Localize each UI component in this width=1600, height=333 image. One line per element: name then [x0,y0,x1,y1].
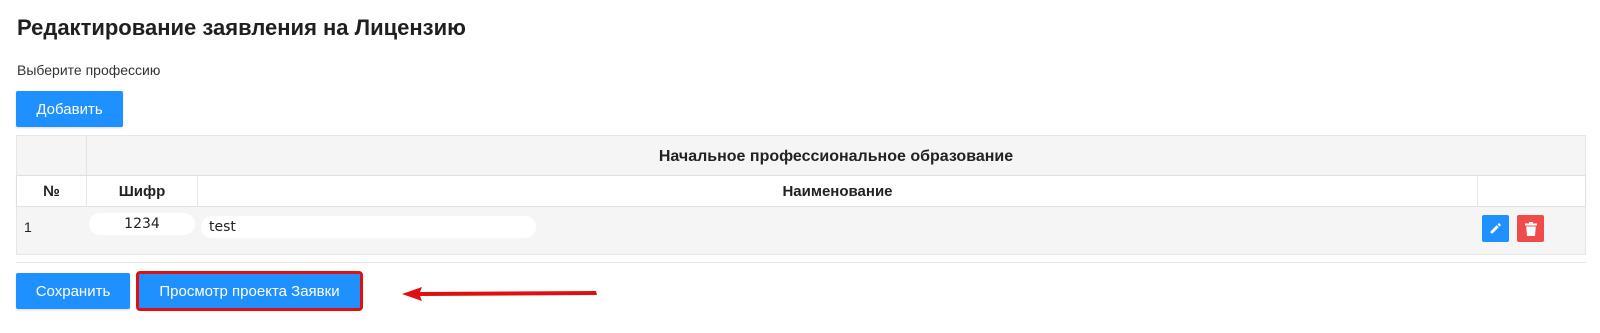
page-title: Редактирование заявления на Лицензию [17,15,466,40]
column-header-num: № [17,176,87,206]
profession-table: Начальное профессиональное образование №… [16,135,1586,255]
subtitle: Выберите профессию [17,62,161,78]
table-row: 1 [17,207,1585,254]
page: Редактирование заявления на Лицензию Выб… [0,0,1600,333]
group-title: Начальное профессиональное образование [658,147,1014,165]
add-button[interactable]: Добавить [16,91,123,127]
table-group-header: Начальное профессиональное образование [17,136,1585,176]
group-spacer [17,136,87,175]
divider [16,262,1586,263]
code-input[interactable] [89,213,195,235]
pencil-icon [1490,223,1501,234]
trash-icon [1524,221,1537,236]
preview-application-button[interactable]: Просмотр проекта Заявки [136,271,363,311]
column-header-name: Наименование [198,176,1478,206]
save-button[interactable]: Сохранить [16,273,130,309]
arrow-left-icon [402,287,597,301]
table-header-row: № Шифр Наименование [17,176,1585,207]
row-number: 1 [24,219,32,235]
column-header-code: Шифр [87,176,198,206]
delete-button[interactable] [1517,215,1544,242]
name-input[interactable] [201,216,536,238]
edit-button[interactable] [1482,215,1509,242]
column-header-actions [1478,176,1585,206]
